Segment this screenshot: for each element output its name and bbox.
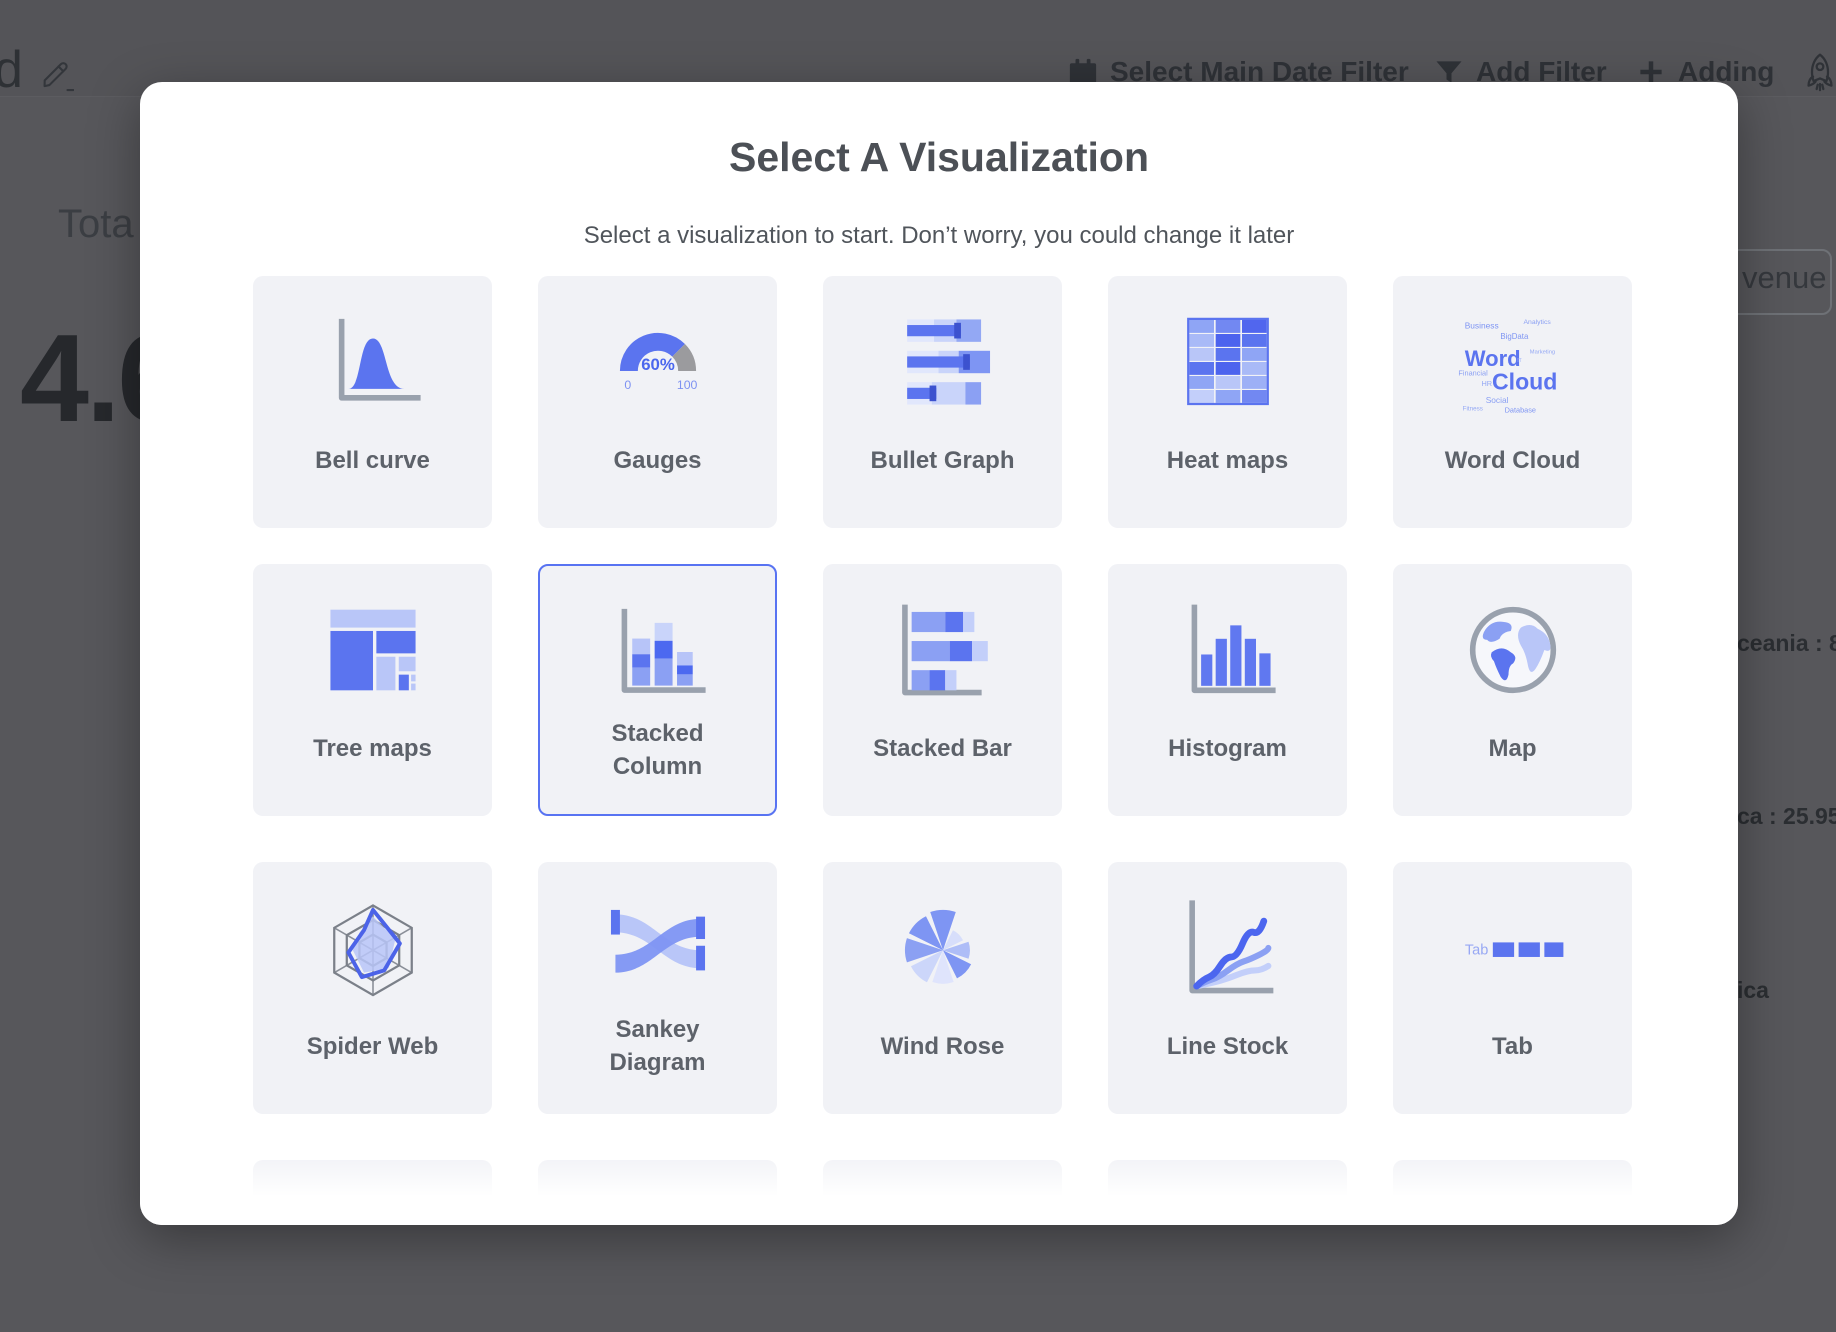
- histogram-icon: [1165, 594, 1291, 706]
- legend-fragment-oceania: ceania : 8: [1737, 630, 1836, 657]
- viz-card-label: Sankey Diagram: [579, 1013, 737, 1079]
- revenue-select-label: venue: [1742, 260, 1826, 296]
- viz-card-line-stock[interactable]: Line Stock: [1108, 862, 1347, 1114]
- word-cloud-icon: Business Analytics BigData Word Marketin…: [1450, 306, 1576, 418]
- viz-card-tab[interactable]: Tab Tab: [1393, 862, 1632, 1114]
- legend-fragment-america: ica: [1737, 977, 1769, 1004]
- word: Business: [1464, 320, 1498, 330]
- globe-icon: [1450, 594, 1576, 706]
- gauge-max: 100: [676, 378, 697, 392]
- word: Financial: [1458, 369, 1488, 378]
- viz-card-label: Gauges: [613, 444, 701, 477]
- wind-rose-icon: [880, 892, 1006, 1004]
- word: Social: [1485, 395, 1508, 405]
- viz-card-label: Bullet Graph: [870, 444, 1014, 477]
- stacked-bar-icon: [880, 594, 1006, 706]
- tree-map-icon: [310, 594, 436, 706]
- legend-fragment-africa: ca : 25.95: [1737, 803, 1836, 830]
- viz-card-bullet-graph[interactable]: Bullet Graph: [823, 276, 1062, 528]
- rocket-icon[interactable]: [1804, 52, 1836, 92]
- viz-card-stacked-bar[interactable]: Stacked Bar: [823, 564, 1062, 816]
- stacked-column-icon: [595, 596, 721, 708]
- word: Cloud: [1492, 368, 1557, 394]
- viz-card-stacked-column[interactable]: Stacked Column: [538, 564, 777, 816]
- word: Database: [1504, 405, 1535, 414]
- dashboard-title-fragment: d: [0, 40, 23, 100]
- viz-card-label: Stacked Bar: [873, 732, 1012, 765]
- edit-pencil-icon[interactable]: [40, 58, 74, 92]
- viz-card-partial[interactable]: [253, 1160, 492, 1224]
- viz-card-label: Word Cloud: [1445, 444, 1581, 477]
- spider-web-icon: [310, 892, 436, 1004]
- sankey-icon: [595, 892, 721, 1004]
- word: Analytics: [1523, 319, 1551, 326]
- gauge-value: 60%: [641, 355, 675, 374]
- viz-card-wind-rose[interactable]: Wind Rose: [823, 862, 1062, 1114]
- viz-card-label: Histogram: [1168, 732, 1287, 765]
- viz-card-sankey-diagram[interactable]: Sankey Diagram: [538, 862, 777, 1114]
- viz-card-label: Tree maps: [313, 732, 432, 765]
- viz-card-label: Spider Web: [307, 1030, 439, 1063]
- viz-card-label: Line Stock: [1167, 1030, 1288, 1063]
- viz-card-histogram[interactable]: Histogram: [1108, 564, 1347, 816]
- viz-card-map[interactable]: Map: [1393, 564, 1632, 816]
- bullet-graph-icon: [880, 306, 1006, 418]
- viz-card-label: Tab: [1492, 1030, 1533, 1063]
- viz-card-word-cloud[interactable]: Business Analytics BigData Word Marketin…: [1393, 276, 1632, 528]
- viz-card-label: Wind Rose: [881, 1030, 1005, 1063]
- word: Fitness: [1462, 405, 1482, 412]
- viz-card-tree-maps[interactable]: Tree maps: [253, 564, 492, 816]
- viz-card-spider-web[interactable]: Spider Web: [253, 862, 492, 1114]
- gauge-icon: 60% 0 100: [595, 306, 721, 418]
- word: IT: [1517, 358, 1522, 364]
- bell-curve-icon: [310, 306, 436, 418]
- dialog-subtitle: Select a visualization to start. Don’t w…: [140, 222, 1738, 250]
- word: HR: [1481, 379, 1492, 388]
- viz-card-label: Heat maps: [1167, 444, 1288, 477]
- word: Marketing: [1529, 350, 1554, 356]
- select-visualization-dialog: Select A Visualization Select a visualiz…: [140, 82, 1738, 1225]
- line-stock-icon: [1165, 892, 1291, 1004]
- viz-card-partial[interactable]: [538, 1160, 777, 1224]
- viz-card-label: Map: [1489, 732, 1537, 765]
- gauge-min: 0: [624, 378, 631, 392]
- viz-card-partial[interactable]: [823, 1160, 1062, 1224]
- metric-title-fragment: Tota: [58, 202, 134, 247]
- viz-card-gauges[interactable]: 60% 0 100 Gauges: [538, 276, 777, 528]
- viz-card-bell-curve[interactable]: Bell curve: [253, 276, 492, 528]
- tab-icon-text: Tab: [1464, 943, 1487, 959]
- viz-card-label: Stacked Column: [579, 717, 737, 783]
- viz-card-label: Bell curve: [315, 444, 430, 477]
- heat-map-icon: [1165, 306, 1291, 418]
- dialog-title: Select A Visualization: [140, 134, 1738, 181]
- word: BigData: [1500, 332, 1529, 341]
- viz-card-heat-maps[interactable]: Heat maps: [1108, 276, 1347, 528]
- tab-icon: Tab: [1450, 892, 1576, 1004]
- viz-card-partial[interactable]: [1393, 1160, 1632, 1224]
- viz-card-partial[interactable]: [1108, 1160, 1347, 1224]
